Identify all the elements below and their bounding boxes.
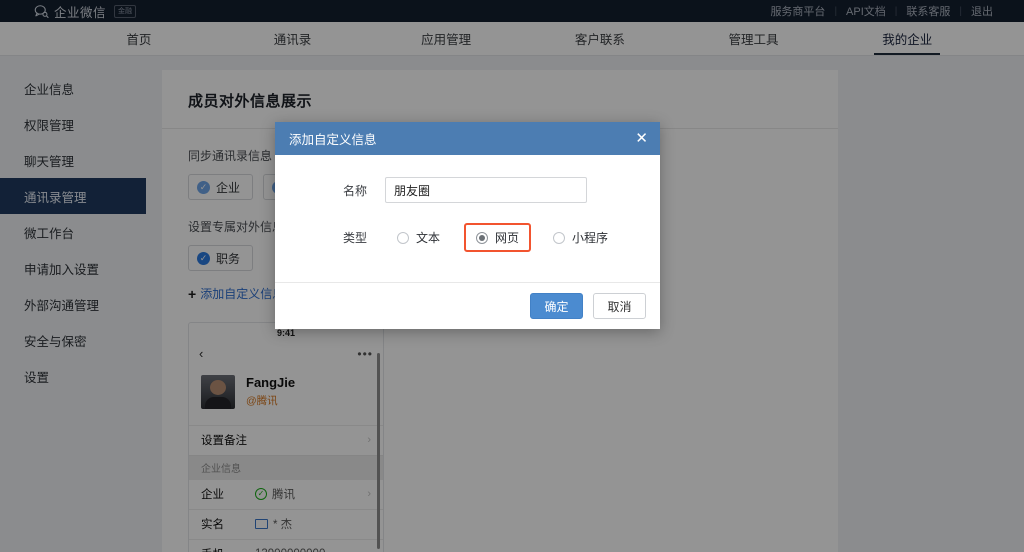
radio-icon [553,231,566,244]
type-label: 类型 [342,231,367,245]
dialog-header: 添加自定义信息 ✕ [275,122,660,155]
type-radio-group: 文本 网页 小程序 [385,223,632,252]
radio-label: 小程序 [572,231,609,245]
radio-label: 网页 [495,231,520,245]
radio-option-text[interactable]: 文本 [385,223,452,252]
radio-icon [397,231,409,244]
name-label: 名称 [342,183,367,198]
add-custom-info-dialog: 添加自定义信息 ✕ 名称 类型 文本 网页 小程序 [275,122,660,329]
confirm-button[interactable]: 确定 [530,293,583,319]
radio-label: 文本 [416,231,441,245]
cancel-button[interactable]: 取消 [593,293,646,319]
radio-option-miniprogram[interactable]: 小程序 [541,223,620,252]
field-row-type: 类型 文本 网页 小程序 [275,223,660,252]
dialog-body: 名称 类型 文本 网页 小程序 [275,155,660,282]
name-input[interactable] [385,177,587,203]
radio-icon-selected [476,231,489,244]
field-row-name: 名称 [275,177,660,203]
dialog-title: 添加自定义信息 [289,133,377,147]
close-icon[interactable]: ✕ [635,131,648,146]
dialog-footer: 确定 取消 [275,282,660,329]
radio-option-webpage[interactable]: 网页 [464,223,532,252]
